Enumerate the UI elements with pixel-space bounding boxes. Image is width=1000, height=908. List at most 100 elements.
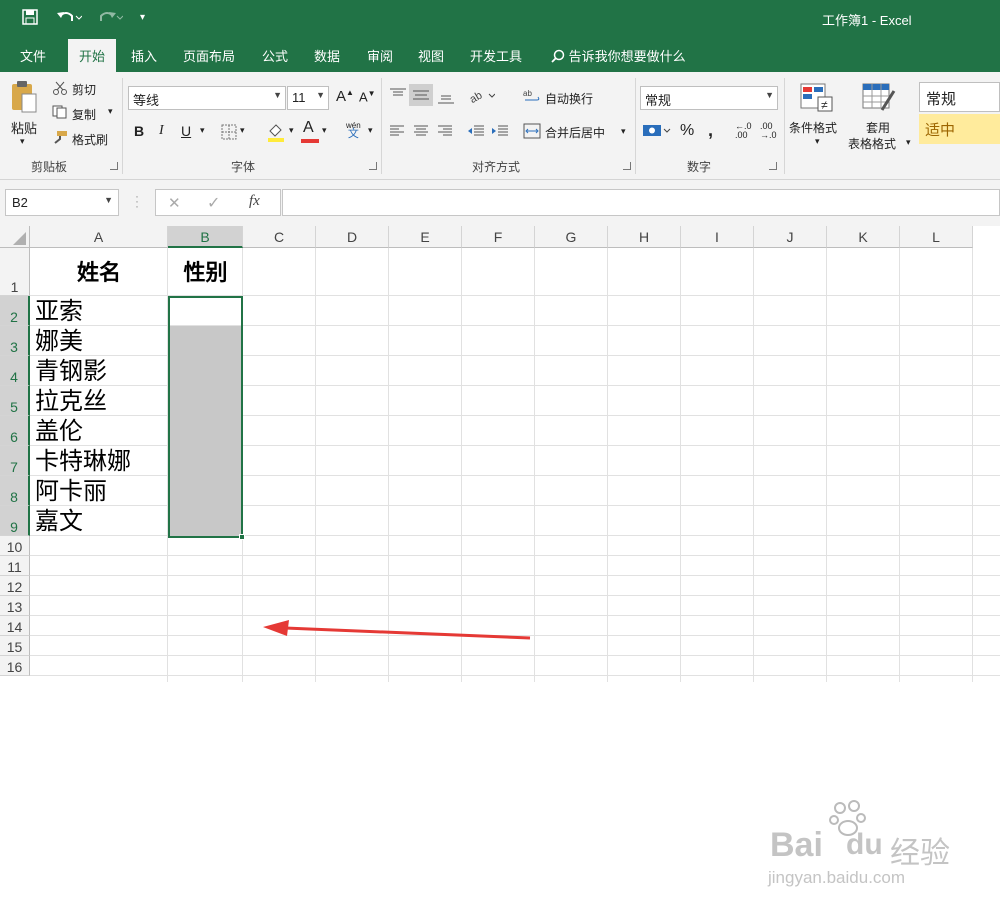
increase-indent-icon[interactable] (491, 124, 509, 141)
copy-dropdown-icon[interactable]: ▾ (108, 106, 113, 117)
column-header-D[interactable]: D (316, 226, 389, 248)
shrink-font-button[interactable]: A▼ (359, 89, 376, 104)
format-table-button[interactable]: 表格格式 (848, 135, 896, 152)
column-header-J[interactable]: J (754, 226, 827, 248)
paste-dropdown-icon[interactable]: ▾ (20, 136, 25, 147)
paste-button[interactable]: 粘贴 (11, 118, 37, 137)
number-launcher-icon[interactable] (769, 162, 777, 170)
name-box[interactable]: B2 ▼ (5, 189, 119, 216)
row-header-9[interactable]: 9 (0, 506, 30, 536)
column-header-H[interactable]: H (608, 226, 681, 248)
worksheet-grid[interactable]: ABCDEFGHIJKL 1 2 3 4 5 6 7 8 9 10 11 12 13 14 15 16 姓名 … (0, 226, 1000, 887)
format-table-label1[interactable]: 套用 (866, 119, 890, 136)
cell-A5[interactable]: 拉克丝 (35, 387, 107, 417)
row-header-15[interactable]: 15 (0, 636, 30, 656)
tab-developer[interactable]: 开发工具 (470, 46, 522, 65)
conditional-format-button[interactable]: 条件格式 (789, 119, 837, 136)
align-middle-icon[interactable] (409, 84, 433, 106)
align-center-icon[interactable] (413, 124, 429, 141)
tab-review[interactable]: 审阅 (367, 46, 393, 65)
column-header-C[interactable]: C (243, 226, 316, 248)
column-header-I[interactable]: I (681, 226, 754, 248)
merge-center-button[interactable]: 合并后居中 (545, 124, 605, 141)
row-header-2[interactable]: 2 (0, 296, 30, 326)
formula-input[interactable] (282, 189, 1000, 216)
cell-A2[interactable]: 亚索 (35, 297, 83, 327)
row-header-1[interactable]: 1 (0, 248, 30, 296)
increase-decimal-button[interactable]: ←.0 .00 (735, 122, 752, 140)
copy-button[interactable]: 复制 (72, 106, 96, 123)
row-header-8[interactable]: 8 (0, 476, 30, 506)
undo-icon[interactable] (56, 9, 83, 29)
column-header-B[interactable]: B (168, 226, 243, 248)
font-color-dropdown-icon[interactable]: ▾ (322, 125, 327, 136)
conditional-dropdown-icon[interactable]: ▾ (815, 136, 820, 147)
column-header-K[interactable]: K (827, 226, 900, 248)
fill-handle[interactable] (239, 534, 245, 540)
style-normal[interactable]: 常规 (919, 82, 1000, 112)
phonetic-dropdown-icon[interactable]: ▾ (368, 125, 373, 136)
decrease-decimal-button[interactable]: .00 →.0 (760, 122, 777, 140)
cell-A9[interactable]: 嘉文 (35, 507, 83, 537)
save-icon[interactable] (22, 9, 38, 29)
format-table-dropdown-icon[interactable]: ▾ (906, 137, 911, 148)
row-header-16[interactable]: 16 (0, 656, 30, 676)
cell-B1[interactable]: 性别 (168, 258, 243, 288)
row-header-10[interactable]: 10 (0, 536, 30, 556)
cell-A8[interactable]: 阿卡丽 (35, 477, 107, 507)
redo-icon[interactable] (97, 9, 124, 29)
tab-file[interactable]: 文件 (20, 46, 46, 65)
font-name-combo[interactable]: 等线 ▼ (128, 86, 286, 110)
decrease-indent-icon[interactable] (467, 124, 485, 141)
cut-button[interactable]: 剪切 (72, 81, 96, 98)
align-top-icon[interactable] (389, 88, 407, 105)
fill-color-dropdown-icon[interactable]: ▾ (289, 125, 294, 136)
font-size-combo[interactable]: 11 ▼ (287, 86, 329, 110)
cancel-icon[interactable]: ✕ (168, 194, 181, 212)
fill-color-icon[interactable] (266, 122, 286, 145)
currency-icon[interactable] (642, 122, 672, 143)
underline-button[interactable]: U (181, 123, 191, 139)
column-header-A[interactable]: A (30, 226, 168, 248)
grow-font-button[interactable]: A▲ (336, 88, 354, 105)
format-painter-button[interactable]: 格式刷 (72, 131, 108, 148)
row-header-5[interactable]: 5 (0, 386, 30, 416)
column-header-G[interactable]: G (535, 226, 608, 248)
row-header-6[interactable]: 6 (0, 416, 30, 446)
insert-function-button[interactable]: fx (249, 193, 260, 210)
align-left-icon[interactable] (389, 124, 405, 141)
paste-icon[interactable] (10, 80, 38, 117)
cell-A7[interactable]: 卡特琳娜 (35, 447, 131, 477)
orientation-icon[interactable]: ab (468, 88, 496, 107)
formula-bar-grip-icon[interactable]: · · · (135, 190, 139, 212)
row-header-7[interactable]: 7 (0, 446, 30, 476)
tab-data[interactable]: 数据 (314, 46, 340, 65)
number-format-combo[interactable]: 常规 ▼ (640, 86, 778, 110)
check-icon[interactable]: ✓ (207, 193, 220, 213)
tab-insert[interactable]: 插入 (131, 46, 157, 65)
row-header-4[interactable]: 4 (0, 356, 30, 386)
italic-button[interactable]: I (159, 123, 164, 139)
cell-A6[interactable]: 盖伦 (35, 417, 83, 447)
tab-view[interactable]: 视图 (418, 46, 444, 65)
row-header-13[interactable]: 13 (0, 596, 30, 616)
row-header-12[interactable]: 12 (0, 576, 30, 596)
style-neutral[interactable]: 适中 (919, 114, 1000, 144)
column-header-F[interactable]: F (462, 226, 535, 248)
cell-A4[interactable]: 青钢影 (35, 357, 107, 387)
percent-button[interactable]: % (680, 122, 694, 140)
align-bottom-icon[interactable] (437, 90, 455, 107)
wrap-text-button[interactable]: 自动换行 (545, 90, 593, 107)
row-header-11[interactable]: 11 (0, 556, 30, 576)
borders-icon[interactable] (221, 124, 237, 143)
column-header-E[interactable]: E (389, 226, 462, 248)
column-header-L[interactable]: L (900, 226, 973, 248)
tell-me-box[interactable]: 告诉我你想要做什么 (551, 46, 686, 65)
row-header-3[interactable]: 3 (0, 326, 30, 356)
bold-button[interactable]: B (134, 123, 144, 139)
select-all-button[interactable] (0, 226, 30, 248)
tab-home[interactable]: 开始 (68, 39, 117, 72)
clipboard-launcher-icon[interactable] (110, 162, 118, 170)
font-color-button[interactable]: A (303, 119, 314, 137)
tab-page-layout[interactable]: 页面布局 (183, 46, 235, 65)
